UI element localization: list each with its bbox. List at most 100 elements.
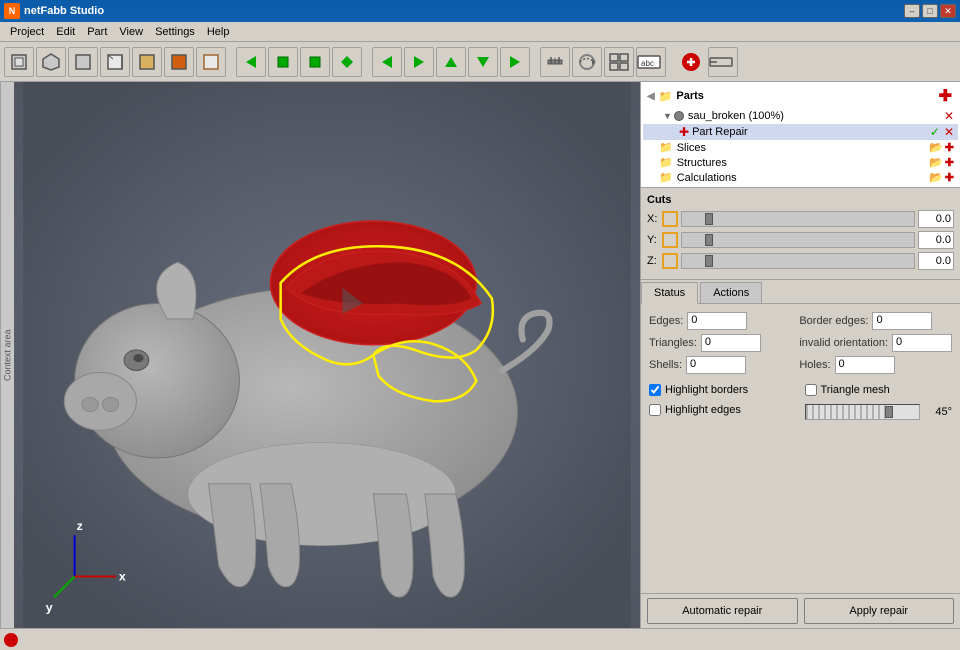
cut-x-toggle[interactable] [662, 211, 678, 227]
tabs-section: Status Actions Edges: 0 Border edges: 0 [641, 280, 960, 628]
status-grid: Edges: 0 Border edges: 0 Triangles: 0 in… [649, 312, 952, 374]
folder-icon-slices: 📁 [659, 141, 673, 154]
grid-button[interactable] [604, 47, 634, 77]
tree-item-repair[interactable]: ✚ Part Repair ✓ ✕ [643, 124, 958, 140]
svg-text:x: x [119, 570, 126, 584]
statusbar [0, 628, 960, 650]
angle-slider[interactable] [805, 404, 921, 420]
viewport[interactable]: Context area [0, 82, 640, 628]
apply-repair-button[interactable]: Apply repair [804, 598, 955, 624]
triangle-mesh-checkbox[interactable] [805, 384, 817, 396]
tree-item-sau[interactable]: ▼ sau_broken (100%) ✕ [643, 108, 958, 124]
repair-actions: ✓ ✕ [930, 125, 954, 139]
svg-text:y: y [46, 601, 53, 615]
structures-actions: 📂 ✚ [929, 156, 954, 169]
structures-label: Structures [677, 157, 727, 169]
tree-item-slices[interactable]: 📁 Slices 📂 ✚ [643, 140, 958, 155]
triangles-row: Triangles: 0 [649, 334, 791, 352]
border-edges-value: 0 [872, 312, 932, 330]
measure-tool-button[interactable] [540, 47, 570, 77]
view-iso-button[interactable] [36, 47, 66, 77]
nav-zoom-button[interactable] [268, 47, 298, 77]
text-input-button[interactable]: abc [636, 47, 666, 77]
view-3d-button[interactable] [164, 47, 194, 77]
shells-value: 0 [686, 356, 746, 374]
tab-status[interactable]: Status [641, 282, 698, 304]
automatic-repair-button[interactable]: Automatic repair [647, 598, 798, 624]
highlight-edges-row: Highlight edges [649, 400, 797, 420]
move-right-button[interactable] [404, 47, 434, 77]
rotate-button[interactable] [500, 47, 530, 77]
slices-add-icon[interactable]: ✚ [945, 141, 954, 154]
slices-open-icon[interactable]: 📂 [929, 141, 943, 154]
app-icon: N [4, 3, 20, 19]
parts-header-label: Parts [676, 90, 704, 102]
highlight-borders-checkbox[interactable] [649, 384, 661, 396]
view-top-button[interactable] [68, 47, 98, 77]
status-content: Edges: 0 Border edges: 0 Triangles: 0 in… [641, 304, 960, 593]
view-front-button[interactable] [4, 47, 34, 77]
cut-row-x: X: 0.0 [647, 210, 954, 228]
calculations-label: Calculations [677, 172, 737, 184]
view-bottom-button[interactable] [132, 47, 162, 77]
repair-check-icon: ✓ [930, 125, 940, 139]
angle-row: 45° [805, 404, 953, 420]
folder-icon-parts: 📁 [659, 90, 673, 103]
highlight-edges-checkbox[interactable] [649, 404, 661, 416]
minimize-button[interactable]: – [904, 4, 920, 18]
triangles-label: Triangles: [649, 337, 697, 349]
view-wire-button[interactable] [196, 47, 226, 77]
cut-y-toggle[interactable] [662, 232, 678, 248]
cut-y-slider[interactable] [681, 232, 915, 248]
menu-part[interactable]: Part [81, 24, 113, 40]
angle-value: 45° [924, 406, 952, 418]
cuts-section: Cuts X: 0.0 Y: 0.0 Z: [641, 188, 960, 280]
zoom-fit-button[interactable] [332, 47, 362, 77]
parts-tree: ◀ 📁 Parts ✚ ▼ sau_broken (100%) ✕ ✚ Part… [641, 82, 960, 188]
cuts-title: Cuts [647, 194, 954, 206]
parts-tree-actions: ✚ [939, 86, 954, 106]
triangles-value: 0 [701, 334, 761, 352]
move-left-button[interactable] [372, 47, 402, 77]
menu-view[interactable]: View [113, 24, 149, 40]
maximize-button[interactable]: □ [922, 4, 938, 18]
cut-y-value: 0.0 [918, 231, 954, 249]
structures-add-icon[interactable]: ✚ [945, 156, 954, 169]
highlight-edges-label: Highlight edges [665, 404, 741, 416]
tab-actions[interactable]: Actions [700, 282, 762, 303]
svg-text:abc: abc [641, 59, 654, 68]
close-button[interactable]: ✕ [940, 4, 956, 18]
tree-item-calculations[interactable]: 📁 Calculations 📂 ✚ [643, 170, 958, 185]
structures-open-icon[interactable]: 📂 [929, 156, 943, 169]
menu-help[interactable]: Help [201, 24, 236, 40]
pig-3d-area[interactable]: z x y [14, 82, 640, 628]
parts-add-button[interactable]: ✚ [939, 86, 952, 106]
add-button[interactable] [676, 47, 706, 77]
calculations-open-icon[interactable]: 📂 [929, 171, 943, 184]
menu-project[interactable]: Project [4, 24, 50, 40]
edges-value: 0 [687, 312, 747, 330]
triangle-mesh-label: Triangle mesh [821, 384, 890, 396]
gray-circle-icon [674, 111, 684, 121]
calculations-add-icon[interactable]: ✚ [945, 171, 954, 184]
triangle-mesh-row: Triangle mesh [805, 384, 953, 396]
length-button[interactable] [708, 47, 738, 77]
rotate3d-button[interactable] [572, 47, 602, 77]
folder-icon-calculations: 📁 [659, 171, 673, 184]
menu-edit[interactable]: Edit [50, 24, 81, 40]
menu-settings[interactable]: Settings [149, 24, 201, 40]
cut-z-slider[interactable] [681, 253, 915, 269]
cut-z-toggle[interactable] [662, 253, 678, 269]
nav-left-button[interactable] [236, 47, 266, 77]
menubar: Project Edit Part View Settings Help [0, 22, 960, 42]
cut-y-label: Y: [647, 234, 659, 246]
shells-label: Shells: [649, 359, 682, 371]
cut-x-slider[interactable] [681, 211, 915, 227]
zoom-button[interactable] [300, 47, 330, 77]
main-area: Context area [0, 82, 960, 628]
view-right-button[interactable] [100, 47, 130, 77]
window-buttons: – □ ✕ [904, 4, 956, 18]
move-down-button[interactable] [468, 47, 498, 77]
move-up-button[interactable] [436, 47, 466, 77]
tree-item-structures[interactable]: 📁 Structures 📂 ✚ [643, 155, 958, 170]
